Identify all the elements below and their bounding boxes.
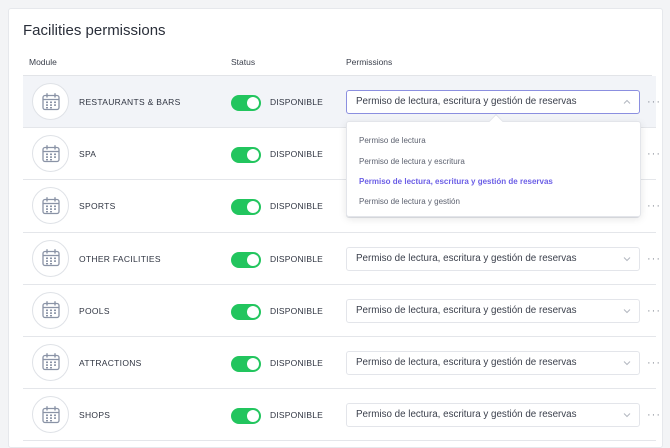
calendar-icon bbox=[41, 405, 60, 423]
calendar-icon bbox=[41, 249, 60, 267]
module-icon-badge bbox=[32, 291, 69, 329]
status-toggle[interactable] bbox=[231, 303, 261, 320]
calendar-icon bbox=[41, 301, 60, 319]
dropdown-option-read-write[interactable]: Permiso de lectura y escritura bbox=[359, 157, 465, 166]
more-icon[interactable]: ··· bbox=[647, 305, 661, 317]
module-icon-badge bbox=[32, 83, 69, 120]
status-label: DISPONIBLE bbox=[270, 201, 324, 212]
module-name: SHOPS bbox=[79, 410, 111, 421]
dropdown-option-read-manage[interactable]: Permiso de lectura y gestión bbox=[359, 197, 460, 206]
chevron-down-icon bbox=[623, 413, 631, 418]
toggle-knob bbox=[247, 97, 259, 109]
table-row-5: POOLS DISPONIBLE Permiso de lectura, esc… bbox=[23, 285, 660, 337]
toggle-knob bbox=[247, 410, 259, 423]
calendar-icon bbox=[41, 92, 60, 110]
permission-select[interactable]: Permiso de lectura, escritura y gestión … bbox=[346, 298, 640, 323]
more-icon[interactable]: ··· bbox=[647, 96, 661, 108]
module-name: POOLS bbox=[79, 305, 110, 316]
toggle-knob bbox=[247, 149, 259, 162]
permission-select-value: Permiso de lectura, escritura y gestión … bbox=[356, 409, 577, 421]
status-toggle[interactable] bbox=[231, 147, 261, 164]
toggle-knob bbox=[247, 357, 259, 370]
module-name: RESTAURANTS & BARS bbox=[79, 97, 181, 107]
more-icon[interactable]: ··· bbox=[647, 200, 661, 212]
chevron-down-icon bbox=[623, 361, 631, 366]
permissions-dropdown-menu: Permiso de lectura Permiso de lectura y … bbox=[346, 113, 641, 217]
status-label: DISPONIBLE bbox=[270, 305, 324, 316]
toggle-knob bbox=[247, 201, 259, 214]
dropdown-option-read[interactable]: Permiso de lectura bbox=[359, 136, 426, 145]
more-icon[interactable]: ··· bbox=[647, 148, 661, 160]
module-name: ATTRACTIONS bbox=[79, 357, 142, 368]
module-name: SPORTS bbox=[79, 201, 116, 212]
chevron-down-icon bbox=[623, 308, 631, 313]
permission-select-value: Permiso de lectura, escritura y gestión … bbox=[356, 96, 577, 107]
module-icon-badge bbox=[32, 135, 69, 173]
toggle-knob bbox=[247, 253, 259, 266]
table-row-4: OTHER FACILITIES DISPONIBLE Permiso de l… bbox=[23, 233, 660, 285]
table-row-7: SHOPS DISPONIBLE Permiso de lectura, esc… bbox=[23, 389, 660, 442]
dropdown-option-read-write-manage[interactable]: Permiso de lectura, escritura y gestión … bbox=[359, 177, 553, 186]
calendar-icon bbox=[41, 353, 60, 371]
permission-select-value: Permiso de lectura, escritura y gestión … bbox=[356, 304, 577, 316]
status-toggle[interactable] bbox=[231, 408, 261, 425]
column-header-status: Status bbox=[231, 57, 256, 67]
status-label: DISPONIBLE bbox=[270, 97, 324, 107]
column-header-module: Module bbox=[29, 57, 57, 67]
toggle-knob bbox=[247, 305, 259, 318]
permission-select-value: Permiso de lectura, escritura y gestión … bbox=[356, 356, 577, 368]
more-icon[interactable]: ··· bbox=[647, 409, 661, 421]
chevron-down-icon bbox=[623, 256, 631, 261]
permission-select[interactable]: Permiso de lectura, escritura y gestión … bbox=[346, 246, 640, 271]
facilities-permissions-card: Facilities permissions Module Status Per… bbox=[8, 8, 663, 448]
status-label: DISPONIBLE bbox=[270, 149, 324, 160]
permission-select-value: Permiso de lectura, escritura y gestión … bbox=[356, 252, 577, 264]
chevron-up-icon bbox=[623, 99, 631, 104]
calendar-icon bbox=[41, 144, 60, 162]
module-name: SPA bbox=[79, 149, 97, 160]
module-icon-badge bbox=[32, 396, 69, 434]
module-icon-badge bbox=[32, 239, 69, 277]
status-label: DISPONIBLE bbox=[270, 253, 324, 264]
table-row-6: ATTRACTIONS DISPONIBLE Permiso de lectur… bbox=[23, 337, 660, 390]
permission-select[interactable]: Permiso de lectura, escritura y gestión … bbox=[346, 350, 640, 375]
status-toggle[interactable] bbox=[231, 251, 261, 268]
status-label: DISPONIBLE bbox=[270, 410, 324, 421]
module-icon-badge bbox=[32, 187, 69, 225]
status-toggle[interactable] bbox=[231, 199, 261, 216]
permission-select[interactable]: Permiso de lectura, escritura y gestión … bbox=[346, 90, 640, 114]
column-header-permissions: Permissions bbox=[346, 57, 393, 67]
more-icon[interactable]: ··· bbox=[647, 253, 661, 265]
page-title: Facilities permissions bbox=[23, 22, 166, 39]
module-name: OTHER FACILITIES bbox=[79, 253, 161, 264]
module-icon-badge bbox=[32, 343, 69, 381]
status-label: DISPONIBLE bbox=[270, 357, 324, 368]
more-icon[interactable]: ··· bbox=[647, 357, 661, 369]
status-toggle[interactable] bbox=[231, 95, 261, 111]
status-toggle[interactable] bbox=[231, 355, 261, 372]
permission-select[interactable]: Permiso de lectura, escritura y gestión … bbox=[346, 403, 640, 428]
calendar-icon bbox=[41, 196, 60, 215]
